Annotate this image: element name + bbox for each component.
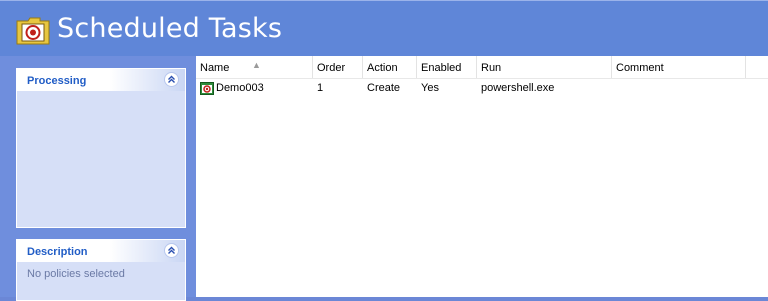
collapse-chevron-icon[interactable] xyxy=(164,243,179,258)
column-header-name[interactable]: Name ▲ xyxy=(196,56,313,78)
table-row[interactable]: Demo003 1 Create Yes powershell.exe xyxy=(196,80,768,98)
description-text: No policies selected xyxy=(27,268,125,280)
app-header: Scheduled Tasks xyxy=(0,0,768,57)
description-panel-header[interactable]: Description xyxy=(17,240,185,262)
column-header-enabled[interactable]: Enabled xyxy=(417,56,477,78)
task-pane: Processing Description No policies selec… xyxy=(0,56,196,301)
sort-ascending-icon: ▲ xyxy=(252,60,261,70)
processing-panel: Processing xyxy=(16,68,186,228)
column-header-label: Name xyxy=(200,62,230,74)
scheduled-tasks-folder-icon xyxy=(16,17,50,45)
column-header-action[interactable]: Action xyxy=(363,56,417,78)
task-enabled: Yes xyxy=(421,82,439,94)
description-panel: Description No policies selected xyxy=(16,239,186,301)
double-chevron-up-icon xyxy=(168,246,175,254)
task-run: powershell.exe xyxy=(481,82,555,94)
task-name: Demo003 xyxy=(216,82,264,94)
double-chevron-up-icon xyxy=(168,75,175,83)
task-order: 1 xyxy=(317,82,324,94)
column-header-order[interactable]: Order xyxy=(313,56,363,78)
description-panel-title: Description xyxy=(27,246,88,258)
column-header-run[interactable]: Run xyxy=(477,56,612,78)
page-title: Scheduled Tasks xyxy=(57,13,283,44)
processing-panel-body xyxy=(17,91,185,103)
processing-panel-header[interactable]: Processing xyxy=(17,69,185,91)
task-action: Create xyxy=(367,82,401,94)
collapse-chevron-icon[interactable] xyxy=(164,72,179,87)
task-list: Name ▲ Order Action Enabled Run Comment … xyxy=(196,56,768,297)
processing-panel-title: Processing xyxy=(27,75,87,87)
column-header-comment[interactable]: Comment xyxy=(612,56,746,78)
column-header-row: Name ▲ Order Action Enabled Run Comment xyxy=(196,56,768,79)
